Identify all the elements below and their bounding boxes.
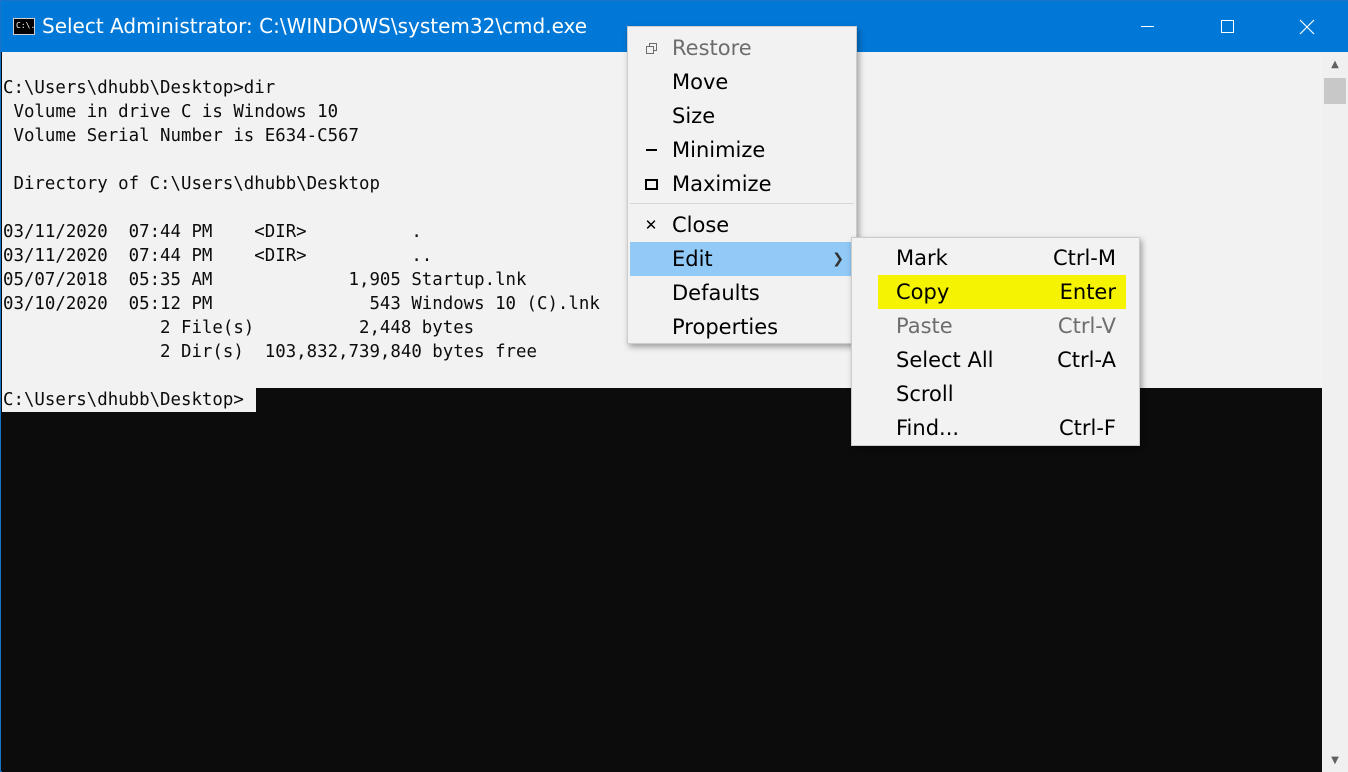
menu-item-label: Close — [672, 213, 730, 237]
edit-item-copy[interactable]: Copy Enter — [878, 275, 1126, 309]
scroll-down-button[interactable]: ▼ — [1322, 748, 1348, 772]
maximize-button[interactable] — [1187, 1, 1267, 52]
edit-item-label: Paste — [896, 314, 953, 338]
console-line: Volume in drive C is Windows 10 — [3, 102, 339, 122]
menu-item-maximize[interactable]: Maximize — [630, 167, 854, 201]
edit-item-label: Mark — [896, 246, 948, 270]
window-title: Select Administrator: C:\WINDOWS\system3… — [42, 14, 588, 38]
edit-item-shortcut: Ctrl-A — [1057, 348, 1116, 372]
console-line: C:\Users\dhubb\Desktop>dir — [3, 78, 276, 98]
maximize-icon — [640, 167, 662, 201]
menu-item-label: Size — [672, 104, 716, 128]
menu-item-label: Maximize — [672, 172, 772, 196]
edit-item-label: Scroll — [896, 382, 954, 406]
chevron-up-icon: ▲ — [1331, 58, 1339, 70]
console-line: Volume Serial Number is E634-C567 — [3, 126, 359, 146]
console-line: Directory of C:\Users\dhubb\Desktop — [3, 174, 380, 194]
edit-item-shortcut: Enter — [1059, 280, 1116, 304]
minimize-button[interactable] — [1107, 1, 1187, 52]
menu-item-properties[interactable]: Properties — [630, 310, 854, 344]
menu-item-label: Edit — [672, 247, 713, 271]
menu-item-move[interactable]: Move — [630, 65, 854, 99]
edit-item-paste[interactable]: Paste Ctrl-V — [878, 309, 1126, 343]
menu-item-minimize[interactable]: Minimize — [630, 133, 854, 167]
console-line: 03/11/2020 07:44 PM <DIR> . — [3, 222, 422, 242]
menu-item-label: Properties — [672, 315, 779, 339]
edit-item-find[interactable]: Find... Ctrl-F — [878, 411, 1126, 445]
edit-item-label: Copy — [896, 280, 950, 304]
menu-item-size[interactable]: Size — [630, 99, 854, 133]
edit-item-shortcut: Ctrl-M — [1052, 246, 1116, 270]
minimize-icon — [1140, 26, 1154, 27]
edit-item-shortcut: Ctrl-F — [1058, 416, 1116, 440]
edit-item-scroll[interactable]: Scroll — [878, 377, 1126, 411]
restore-icon — [640, 31, 662, 65]
edit-item-label: Select All — [896, 348, 994, 372]
console-prompt: C:\Users\dhubb\Desktop> — [3, 390, 244, 410]
edit-item-mark[interactable]: Mark Ctrl-M — [878, 241, 1126, 275]
system-menu: Restore Move Size Minimize Maximize ✕ Cl… — [627, 26, 857, 344]
menu-item-label: Defaults — [672, 281, 760, 305]
close-icon: ✕ — [644, 216, 658, 234]
minimize-icon — [640, 133, 662, 167]
console-line: 03/10/2020 05:12 PM 543 Windows 10 (C).l… — [3, 294, 600, 314]
edit-submenu: Mark Ctrl-M Copy Enter Paste Ctrl-V Sele… — [851, 237, 1140, 446]
edit-item-select-all[interactable]: Select All Ctrl-A — [878, 343, 1126, 377]
menu-item-defaults[interactable]: Defaults — [630, 276, 854, 310]
scroll-thumb[interactable] — [1324, 78, 1346, 104]
menu-item-close[interactable]: ✕ Close — [630, 208, 854, 242]
vertical-scrollbar[interactable]: ▲ ▼ — [1322, 52, 1348, 772]
cmd-icon[interactable]: C:\. — [13, 18, 35, 35]
edit-item-shortcut: Ctrl-V — [1057, 314, 1116, 338]
console-line: 2 Dir(s) 103,832,739,840 bytes free — [3, 342, 537, 362]
edit-item-label: Find... — [896, 416, 960, 440]
console-line: 05/07/2018 05:35 AM 1,905 Startup.lnk — [3, 270, 527, 290]
console-line: 03/11/2020 07:44 PM <DIR> .. — [3, 246, 433, 266]
scroll-up-button[interactable]: ▲ — [1322, 52, 1348, 76]
chevron-right-icon: ❯ — [832, 251, 844, 267]
menu-item-restore[interactable]: Restore — [630, 31, 854, 65]
close-icon — [1299, 19, 1315, 34]
menu-item-label: Restore — [672, 36, 752, 60]
close-button[interactable] — [1267, 1, 1347, 52]
console-line: 2 File(s) 2,448 bytes — [3, 318, 475, 338]
menu-separator — [630, 203, 854, 204]
maximize-icon — [1220, 20, 1234, 33]
menu-item-label: Move — [672, 70, 729, 94]
menu-item-label: Minimize — [672, 138, 766, 162]
menu-item-edit[interactable]: Edit ❯ — [630, 242, 854, 276]
console-output[interactable]: C:\Users\dhubb\Desktop>dir Volume in dri… — [3, 76, 600, 412]
chevron-down-icon: ▼ — [1331, 754, 1339, 766]
